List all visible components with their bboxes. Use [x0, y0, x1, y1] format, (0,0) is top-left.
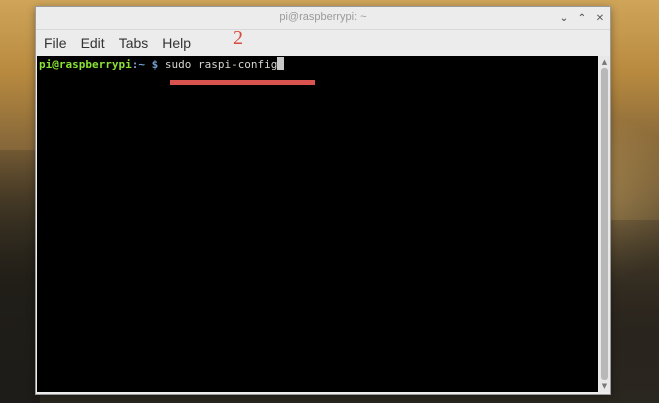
- terminal-window: pi@raspberrypi: ~ ⌄ ⌃ ✕ File Edit Tabs H…: [35, 6, 611, 395]
- window-controls: ⌄ ⌃ ✕: [558, 9, 606, 27]
- text-cursor: [277, 57, 285, 70]
- menu-bar: File Edit Tabs Help: [36, 30, 610, 55]
- terminal-line: pi@raspberrypi:~ $ sudo raspi-config: [39, 57, 285, 72]
- prompt-path: ~: [138, 58, 145, 71]
- wallpaper-trees-right: [609, 220, 659, 403]
- menu-file[interactable]: File: [36, 35, 74, 51]
- title-bar[interactable]: pi@raspberrypi: ~ ⌄ ⌃ ✕: [36, 7, 610, 30]
- terminal-output[interactable]: pi@raspberrypi:~ $ sudo raspi-config: [37, 56, 598, 392]
- window-title: pi@raspberrypi: ~: [279, 11, 367, 23]
- close-icon[interactable]: ✕: [594, 10, 606, 26]
- scroll-up-icon[interactable]: ▲: [599, 57, 610, 67]
- minimize-icon[interactable]: ⌄: [558, 10, 570, 26]
- scrollbar-thumb[interactable]: [601, 68, 608, 380]
- annotation-underline: [170, 80, 315, 85]
- prompt-user-host: pi@raspberrypi: [39, 58, 132, 71]
- maximize-icon[interactable]: ⌃: [576, 10, 588, 26]
- prompt-dollar: $: [144, 58, 159, 71]
- menu-help[interactable]: Help: [155, 35, 198, 51]
- wallpaper-trees-left: [0, 150, 40, 403]
- annotation-step-number: 2: [233, 27, 243, 49]
- vertical-scrollbar[interactable]: ▲ ▼: [599, 56, 610, 392]
- scroll-down-icon[interactable]: ▼: [599, 381, 610, 391]
- menu-edit[interactable]: Edit: [74, 35, 112, 51]
- command-text: sudo raspi-config: [158, 58, 278, 71]
- menu-tabs[interactable]: Tabs: [112, 35, 156, 51]
